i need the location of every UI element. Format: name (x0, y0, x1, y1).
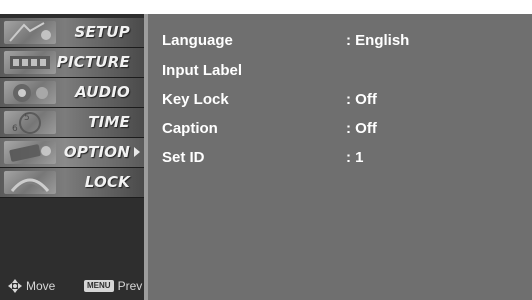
option-thumbnail-icon (4, 141, 56, 164)
menu-item-picture[interactable]: PICTURE (0, 48, 144, 78)
menu-label-time: TIME (88, 113, 130, 131)
option-value-language: : English (346, 32, 410, 49)
option-label-caption: Caption (162, 120, 218, 137)
dpad-move-icon (8, 279, 22, 293)
svg-text:5: 5 (24, 113, 30, 123)
option-row-language[interactable]: Language : English (162, 32, 522, 54)
menu-label-option: OPTION (63, 143, 130, 161)
option-row-set-id[interactable]: Set ID : 1 (162, 149, 522, 171)
time-thumbnail-icon: 65 (4, 111, 56, 134)
main-menu-list: SETUP PICTURE AUDIO 65 TIME OPTION LOCK (0, 18, 144, 198)
menu-item-audio[interactable]: AUDIO (0, 78, 144, 108)
setup-thumbnail-icon (4, 21, 56, 44)
menu-key-icon: MENU (84, 280, 114, 292)
menu-item-lock[interactable]: LOCK (0, 168, 144, 198)
main-menu-sidebar: SETUP PICTURE AUDIO 65 TIME OPTION LOCK … (0, 14, 144, 300)
audio-thumbnail-icon (4, 81, 56, 104)
option-value-caption: : Off (346, 120, 377, 137)
menu-label-lock: LOCK (84, 173, 130, 191)
menu-footer-hints: Move MENU Prev (0, 272, 144, 300)
option-value-set-id: : 1 (346, 149, 364, 166)
menu-item-setup[interactable]: SETUP (0, 18, 144, 48)
option-settings-panel: Language : English Input Label Key Lock … (148, 14, 532, 300)
option-row-caption[interactable]: Caption : Off (162, 120, 522, 142)
option-label-set-id: Set ID (162, 149, 205, 166)
menu-item-time[interactable]: 65 TIME (0, 108, 144, 138)
svg-text:6: 6 (12, 124, 18, 134)
menu-label-audio: AUDIO (75, 83, 130, 101)
picture-thumbnail-icon (4, 51, 56, 74)
lock-thumbnail-icon (4, 171, 56, 194)
option-value-key-lock: : Off (346, 91, 377, 108)
menu-item-option[interactable]: OPTION (0, 138, 144, 168)
menu-label-setup: SETUP (74, 23, 130, 41)
option-label-key-lock: Key Lock (162, 91, 229, 108)
option-label-input-label: Input Label (162, 62, 242, 79)
prev-hint-label: Prev (117, 279, 143, 293)
prev-hint: MENU Prev (84, 279, 142, 293)
option-row-key-lock[interactable]: Key Lock : Off (162, 91, 522, 113)
option-row-input-label[interactable]: Input Label (162, 62, 522, 84)
move-hint: Move (8, 279, 55, 293)
chevron-right-icon (134, 147, 140, 157)
move-hint-label: Move (26, 279, 56, 293)
menu-label-picture: PICTURE (56, 53, 130, 71)
option-label-language: Language (162, 32, 233, 49)
tv-menu-frame: SETUP PICTURE AUDIO 65 TIME OPTION LOCK … (0, 14, 532, 300)
